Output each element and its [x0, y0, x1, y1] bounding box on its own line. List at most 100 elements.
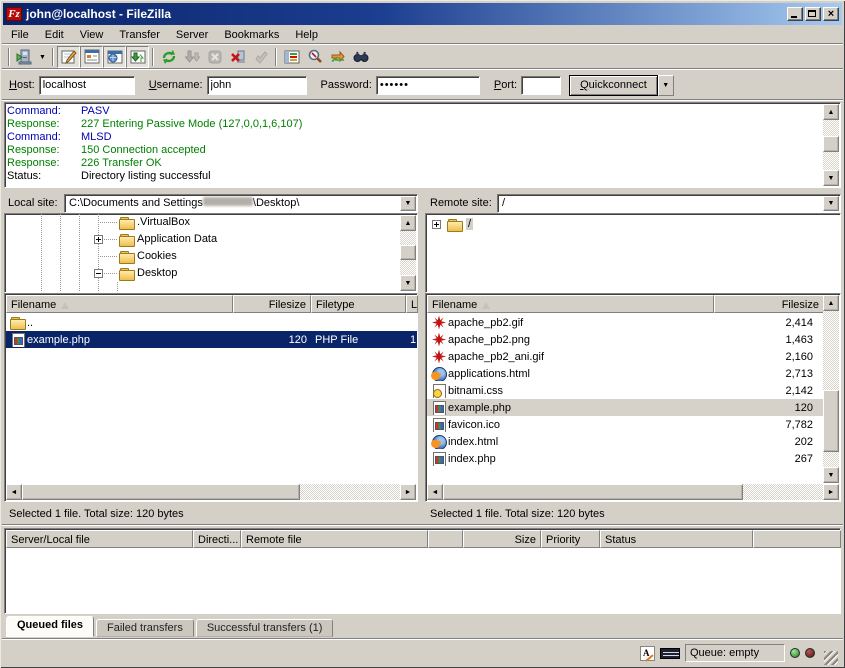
tree-item-application-data[interactable]: Application Data	[5, 231, 399, 248]
local-site-dropdown[interactable]: ▼	[400, 196, 416, 211]
menu-file[interactable]: File	[3, 27, 37, 43]
file-row[interactable]: apache_pb2_ani.gif 2,160	[427, 348, 824, 365]
column-header-status[interactable]: Status	[600, 530, 753, 548]
scroll-thumb[interactable]	[443, 484, 743, 500]
log-row: Response:227 Entering Passive Mode (127,…	[7, 118, 820, 131]
menu-transfer[interactable]: Transfer	[111, 27, 168, 43]
file-row-example-php[interactable]: example.php 120	[427, 399, 824, 416]
port-input[interactable]	[521, 76, 561, 95]
quickconnect-button[interactable]: Quickconnect	[569, 75, 658, 96]
tree-item-virtualbox[interactable]: .VirtualBox	[5, 214, 399, 231]
file-row-example-php[interactable]: example.php 120 PHP File 1	[6, 331, 417, 348]
find-button[interactable]	[349, 46, 372, 68]
compare-button[interactable]	[303, 46, 326, 68]
process-queue-button[interactable]	[180, 46, 203, 68]
menu-bookmarks[interactable]: Bookmarks	[216, 27, 287, 43]
scroll-left-button[interactable]: ◄	[427, 484, 443, 500]
column-header-size[interactable]: Size	[463, 530, 541, 548]
maximize-icon	[808, 10, 816, 17]
tree-item-cookies[interactable]: Cookies	[5, 248, 399, 265]
file-row[interactable]: index.php 267	[427, 450, 824, 467]
tab-queued-files[interactable]: Queued files	[6, 616, 94, 637]
local-site-combo[interactable]: C:\Documents and Settings\Desktop\ ▼	[64, 194, 418, 213]
maximize-button[interactable]	[805, 7, 821, 21]
remote-site-combo[interactable]: / ▼	[497, 194, 841, 213]
scroll-left-button[interactable]: ◄	[6, 484, 22, 500]
tree-item-root[interactable]: /	[426, 216, 822, 233]
column-header-filesize[interactable]: Filesize	[233, 295, 311, 313]
close-button[interactable]: ×	[823, 7, 839, 21]
scroll-thumb[interactable]	[823, 136, 839, 152]
file-row[interactable]: apache_pb2.gif 2,414	[427, 314, 824, 331]
disconnect-button[interactable]	[226, 46, 249, 68]
scroll-right-button[interactable]: ►	[400, 484, 416, 500]
file-row[interactable]: apache_pb2.png 1,463	[427, 331, 824, 348]
file-row[interactable]: bitnami.css 2,142	[427, 382, 824, 399]
scroll-up-button[interactable]: ▲	[823, 295, 839, 311]
reconnect-button[interactable]	[249, 46, 272, 68]
toggle-local-tree-button[interactable]	[80, 46, 103, 68]
column-header-filename[interactable]: Filename	[427, 295, 714, 313]
expand-plus-icon[interactable]	[432, 220, 441, 229]
scroll-thumb[interactable]	[823, 390, 839, 452]
refresh-button[interactable]	[157, 46, 180, 68]
data-type-indicator-icon[interactable]: A	[640, 646, 655, 661]
column-header-last-modified[interactable]: L	[406, 295, 418, 313]
remote-list-vscrollbar[interactable]: ▲ ▼	[823, 295, 839, 483]
scroll-thumb[interactable]	[22, 484, 300, 500]
column-header-filesize[interactable]: Filesize	[714, 295, 824, 313]
title-bar[interactable]: Fz john@localhost - FileZilla ×	[3, 3, 842, 25]
message-log[interactable]: Command:PASV Response:227 Entering Passi…	[4, 102, 841, 188]
log-scrollbar[interactable]: ▲ ▼	[823, 104, 839, 186]
local-tree-scrollbar[interactable]: ▲ ▼	[400, 215, 416, 291]
filter-button[interactable]	[280, 46, 303, 68]
column-header-priority[interactable]: Priority	[541, 530, 600, 548]
password-input[interactable]	[376, 76, 480, 95]
collapse-minus-icon[interactable]	[94, 269, 103, 278]
file-row[interactable]: index.html 202	[427, 433, 824, 450]
speed-limit-icon[interactable]	[660, 648, 680, 659]
host-input[interactable]	[39, 76, 135, 95]
quickconnect-dropdown[interactable]: ▼	[658, 75, 674, 96]
menu-server[interactable]: Server	[168, 27, 216, 43]
scroll-up-button[interactable]: ▲	[823, 104, 839, 120]
menu-help[interactable]: Help	[287, 27, 326, 43]
column-header-server-local-file[interactable]: Server/Local file	[6, 530, 193, 548]
scroll-right-button[interactable]: ►	[823, 484, 839, 500]
tree-item-desktop[interactable]: Desktop	[5, 265, 399, 282]
column-header-filetype[interactable]: Filetype	[311, 295, 406, 313]
minimize-button[interactable]	[787, 7, 803, 21]
remote-list-hscrollbar[interactable]: ◄ ►	[427, 484, 839, 500]
column-header-filename[interactable]: Filename	[6, 295, 233, 313]
toggle-queue-button[interactable]	[126, 46, 149, 68]
menu-view[interactable]: View	[72, 27, 112, 43]
resize-grip[interactable]	[824, 651, 838, 665]
remote-site-dropdown[interactable]: ▼	[823, 196, 839, 211]
toggle-log-button[interactable]	[57, 46, 80, 68]
local-tree-toggle-icon	[84, 49, 100, 65]
scroll-down-button[interactable]: ▼	[823, 170, 839, 186]
local-list-hscrollbar[interactable]: ◄ ►	[6, 484, 416, 500]
menu-edit[interactable]: Edit	[37, 27, 72, 43]
cancel-button[interactable]	[203, 46, 226, 68]
tab-failed-transfers[interactable]: Failed transfers	[96, 619, 194, 637]
scroll-down-button[interactable]: ▼	[823, 467, 839, 483]
column-header-blank[interactable]	[428, 530, 463, 548]
folder-icon	[119, 233, 136, 247]
file-row[interactable]: applications.html 2,713	[427, 365, 824, 382]
sync-browse-button[interactable]	[326, 46, 349, 68]
username-input[interactable]	[207, 76, 307, 95]
site-manager-button[interactable]	[13, 46, 36, 68]
file-row-parent-dir[interactable]: ..	[6, 314, 406, 331]
file-row[interactable]: favicon.ico 7,782	[427, 416, 824, 433]
scroll-down-button[interactable]: ▼	[400, 275, 416, 291]
column-header-direction[interactable]: Directi...	[193, 530, 241, 548]
site-manager-dropdown[interactable]: ▼	[36, 46, 49, 68]
tab-successful-transfers[interactable]: Successful transfers (1)	[196, 619, 334, 637]
column-header-remote-file[interactable]: Remote file	[241, 530, 428, 548]
image-file-icon	[431, 316, 448, 330]
expand-plus-icon[interactable]	[94, 235, 103, 244]
scroll-up-button[interactable]: ▲	[400, 215, 416, 231]
toggle-remote-tree-button[interactable]	[103, 46, 126, 68]
scroll-thumb[interactable]	[400, 245, 416, 260]
